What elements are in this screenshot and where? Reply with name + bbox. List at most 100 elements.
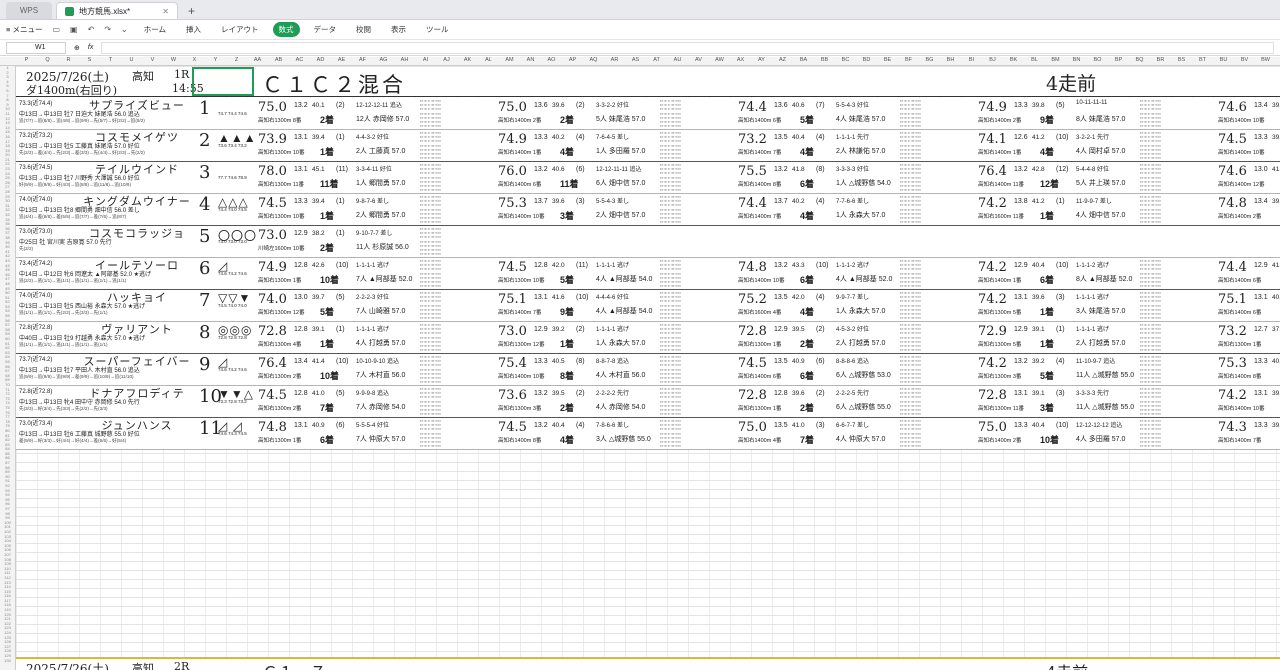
past-race-cell[interactable]: 74.5 12.8 42.0 (11) 1-1-1-1 逃げ 高知右1300m 10番 5着…	[496, 258, 736, 289]
column-header[interactable]: BO	[1087, 57, 1108, 63]
menu-item-2[interactable]: レイアウト	[215, 22, 265, 37]
column-header[interactable]: P	[16, 57, 37, 63]
past-race-cell[interactable]: 74.1 12.6 41.2 (10) 3-2-2-1 先行 高知右1400m 1番 4着 4…	[976, 130, 1216, 161]
column-header[interactable]: BJ	[982, 57, 1003, 63]
horse-row[interactable]: 72.8(近72.8) ヴァリアント 中40日→中13日 牡9 打越勇 永森大 57…	[16, 322, 1280, 354]
column-header[interactable]: BP	[1108, 57, 1129, 63]
past-race-cell[interactable]: 72.8 13.1 39.1 (3) 3-3-3-3 先行 高知右1300m 11番 3着 1…	[976, 386, 1216, 417]
column-header[interactable]: BN	[1066, 57, 1087, 63]
column-headers[interactable]: P Q R S T U V W X Y Z AA AB AC AD AE AF AG AH AI AJ AK AL AM AN A…	[0, 57, 1280, 66]
column-header[interactable]: BR	[1150, 57, 1171, 63]
menu-item-3[interactable]: 数式	[272, 22, 300, 37]
column-header[interactable]: AR	[604, 57, 625, 63]
past-race-cell[interactable]: 74.8 13.2 43.3 (10) 1-1-1-2 逃げ 高知右1400m 10番 6着…	[736, 258, 976, 289]
column-header[interactable]: AG	[373, 57, 394, 63]
past-race-cell[interactable]: 74.9 13.3 40.2 (4) 7-6-4-5 差し 高知右1400m 1番 4着 1人…	[496, 130, 736, 161]
new-tab-button[interactable]: +	[182, 2, 201, 19]
past-race-cell[interactable]: 74.613.439.9高知右1400m 10番4▪▫▪ ▫▪▫ ▪▫ ▫▪▪ …	[1216, 98, 1280, 129]
column-header[interactable]: AS	[625, 57, 646, 63]
past-race-cell[interactable]: 76.0 13.2 40.6 (6) 12-12-11-11 追込 高知右1400m 6番…	[496, 162, 736, 193]
close-tab-icon[interactable]: ✕	[162, 7, 169, 16]
menu-item-7[interactable]: ツール	[420, 22, 455, 37]
past-race-cell[interactable]: 73.212.737.6高知右1300m 1番2▪▫▪ ▫▪▫ ▪▫ ▫▪▪ ▫…	[1216, 322, 1280, 353]
wps-home-tab[interactable]: WPS	[6, 2, 52, 19]
column-header[interactable]: AT	[646, 57, 667, 63]
column-header[interactable]: BB	[814, 57, 835, 63]
column-header[interactable]: AF	[352, 57, 373, 63]
past-race-cell[interactable]: 74.4 13.7 40.2 (4) 7-7-6-6 差し 高知右1400m 7番 4着 1人…	[736, 194, 976, 225]
column-header[interactable]: AE	[331, 57, 352, 63]
column-header[interactable]: BI	[961, 57, 982, 63]
past-race-cell[interactable]: 75.2 13.5 42.0 (4) 9-9-7-7 差し 高知右1600m 4番 4着 1人…	[736, 290, 976, 321]
column-header[interactable]: AV	[688, 57, 709, 63]
column-header[interactable]: BF	[898, 57, 919, 63]
menu-item-6[interactable]: 表示	[385, 22, 412, 37]
column-header[interactable]: S	[79, 57, 100, 63]
menu-item-5[interactable]: 校閲	[350, 22, 377, 37]
column-header[interactable]: AL	[478, 57, 499, 63]
formula-input[interactable]	[101, 41, 1274, 54]
horse-row[interactable]: 73.4(近74.2) イールテソーロ 中14日→中12日 牝6 岡遼太 ▲阿部基 …	[16, 258, 1280, 290]
past-race-cell[interactable]: 75.313.340.9高知右1400m 8番8▪▫▪ ▫▪▫ ▪▫ ▫▪▪ ▫…	[1216, 354, 1280, 385]
column-header[interactable]: AC	[289, 57, 310, 63]
past-race-cell[interactable]: 75.4 13.3 40.5 (8) 8-8-7-8 追込 高知右1400m 10番 8着 4…	[496, 354, 736, 385]
menu-item-1[interactable]: 挿入	[180, 22, 207, 37]
sheet-area[interactable]: P Q R S T U V W X Y Z AA AB AC AD AE AF AG AH AI AJ AK AL AM AN A…	[0, 57, 1280, 670]
column-header[interactable]: T	[100, 57, 121, 63]
column-header[interactable]: BU	[1213, 57, 1234, 63]
menu-button[interactable]: ≡ メニュー	[6, 24, 42, 35]
column-header[interactable]: BD	[856, 57, 877, 63]
row-headers[interactable]: 1 2 3 4 5 6 7 8 9 10 11 12 13 14 15 16 17 18 19 20 21 22 23 24 2…	[0, 66, 16, 670]
folder-icon[interactable]: ▭	[52, 25, 60, 34]
past-race-cell[interactable]: 73.2 13.5 40.4 (4) 1-1-1-1 先行 高知右1400m 7番 4着 2人…	[736, 130, 976, 161]
past-race-cell[interactable]: 74.2 13.2 39.2 (4) 11-10-9-7 追込 高知右1300m 3番 5着…	[976, 354, 1216, 385]
past-race-cell[interactable]: 74.5 13.2 40.4 (4) 7-8-6-6 差し 高知右1400m 8番 4着 3人…	[496, 418, 736, 449]
column-header[interactable]: AQ	[583, 57, 604, 63]
column-header[interactable]: AA	[247, 57, 268, 63]
horse-row[interactable]: 74.0(近74.0) ハッキョイ 中13日→中13日 牡5 西山裕 永森大 57.…	[16, 290, 1280, 322]
past-race-cell[interactable]: 74.8 13.1 40.9 (6) 5-5-5-4 好位 高知右1300m 1番 6着 7人…	[256, 418, 496, 449]
column-header[interactable]: BK	[1003, 57, 1024, 63]
horse-row[interactable]: 73.6(近74.5) テイルウインド 中13日→中13日 牡7 川野秀 大澤誠 5…	[16, 162, 1280, 194]
column-header[interactable]: BQ	[1129, 57, 1150, 63]
past-race-cell[interactable]: 72.8 12.8 39.1 (1) 1-1-1-1 逃げ 高知右1300m 4番 1着 4人…	[256, 322, 496, 353]
past-race-cell[interactable]: 74.9 12.8 42.6 (10) 1-1-1-1 逃げ 高知右1300m 1番 10着…	[256, 258, 496, 289]
column-header[interactable]: BG	[919, 57, 940, 63]
column-header[interactable]: Q	[37, 57, 58, 63]
horse-row[interactable]: 73.3(近74.4) サプライズビュー 中13日→中13日 牡7 日迫大 妹尾浩 …	[16, 98, 1280, 130]
column-header[interactable]: AY	[751, 57, 772, 63]
past-race-cell[interactable]: 74.513.339.9高知右1400m 10番3▪▫▪ ▫▪▫ ▪▫ ▫▪▪ …	[1216, 130, 1280, 161]
horse-row[interactable]: 73.0(近73.4) ジュンハンス 中13日→中13日 牡6 工藤真 城野慈 55…	[16, 418, 1280, 450]
past-race-cell[interactable]: 73.9 13.1 39.4 (1) 4-4-3-2 好位 高知右1300m 10番 1着 2…	[256, 130, 496, 161]
selected-cell[interactable]	[192, 67, 254, 96]
past-race-cell[interactable]: 74.4 13.6 40.6 (7) 5-5-4-3 好位 高知右1400m 6番 5着 4人…	[736, 98, 976, 129]
past-race-cell[interactable]: 75.113.140.0高知右1400m 6番3▪▫▪ ▫▪▫ ▪▫ ▫▪▪ ▫…	[1216, 290, 1280, 321]
past-race-cell[interactable]: 72.9 12.9 39.1 (1) 1-1-1-1 逃げ 高知右1300m 5番 1着 2人…	[976, 322, 1216, 353]
horse-row[interactable]: 72.8(近72.8) ドナアフロディテ 中13日→中13日 牝4 田中守 赤岡修 …	[16, 386, 1280, 418]
past-race-cell[interactable]: 74.613.041.3高知右1400m 12番6▪▫▪ ▫▪▫ ▪▫ ▫▪▪ …	[1216, 162, 1280, 193]
past-race-cell[interactable]: 78.0 13.1 45.1 (11) 3-3-4-11 好位 高知右1300m 11番 1…	[256, 162, 496, 193]
past-race-cell[interactable]: 74.0 13.0 39.7 (5) 2-2-2-3 好位 高知右1300m 12番 5着 7…	[256, 290, 496, 321]
column-header[interactable]: AH	[394, 57, 415, 63]
past-race-cell[interactable]: 74.213.139.8高知右1400m 10番5▪▫▪ ▫▪▫ ▪▫ ▫▪▪ …	[1216, 386, 1280, 417]
past-race-cell[interactable]: 73.6 13.2 39.5 (2) 2-2-2-2 先行 高知右1300m 3番 2着 4人…	[496, 386, 736, 417]
column-header[interactable]: AK	[457, 57, 478, 63]
menu-item-0[interactable]: ホーム	[138, 22, 172, 37]
past-race-cell[interactable]: 74.2 13.1 39.6 (3) 1-1-1-1 逃げ 高知右1300m 5番 1着 3人…	[976, 290, 1216, 321]
column-header[interactable]: BL	[1024, 57, 1045, 63]
save-icon[interactable]: ▣	[70, 25, 78, 34]
past-race-cell[interactable]: 75.3 13.7 39.6 (3) 5-5-4-3 差し 高知右1400m 10番 3着 2…	[496, 194, 736, 225]
column-header[interactable]: AJ	[436, 57, 457, 63]
horse-row[interactable]: 73.7(近74.2) スーパーフェイバー 中13日→中13日 牡7 平田人 木村直…	[16, 354, 1280, 386]
column-header[interactable]: Z	[226, 57, 247, 63]
horse-row[interactable]: 73.0(近73.0) コスモコラッジョ 中25日 牡 宮川実 吉原寛 57.0 先…	[16, 226, 1280, 258]
column-header[interactable]: R	[58, 57, 79, 63]
horse-row[interactable]: 74.0(近74.0) キングダムウイナー 中13日→中13日 牡8 郷間勇 畑中信…	[16, 194, 1280, 226]
column-header[interactable]: AM	[499, 57, 520, 63]
zoom-icon[interactable]: ⊕	[74, 44, 80, 52]
column-header[interactable]: AO	[541, 57, 562, 63]
past-race-cell[interactable]: 72.8 12.8 39.6 (2) 2-2-2-5 先行 高知右1300m 1番 2着 6人…	[736, 386, 976, 417]
column-header[interactable]: BW	[1255, 57, 1276, 63]
horse-row[interactable]: 73.2(近73.2) コスモメイゲツ 中13日→中13日 牡5 工藤真 妹尾浩 5…	[16, 130, 1280, 162]
column-header[interactable]: Y	[205, 57, 226, 63]
